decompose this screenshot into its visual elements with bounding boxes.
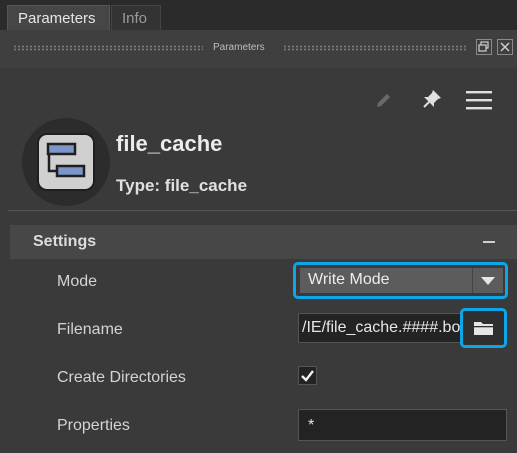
checkmark-icon bbox=[301, 370, 314, 382]
node-type-label: Type: file_cache bbox=[116, 176, 248, 195]
section-title: Settings bbox=[33, 233, 97, 250]
drag-handle-right[interactable] bbox=[283, 45, 468, 51]
chevron-down-icon bbox=[481, 277, 495, 285]
folder-icon bbox=[474, 322, 493, 335]
panel-title: Parameters bbox=[213, 42, 265, 53]
minus-icon[interactable] bbox=[483, 241, 495, 243]
node-name: file_cache bbox=[116, 131, 223, 156]
properties-label: Properties bbox=[57, 417, 130, 434]
drag-handle-left[interactable] bbox=[13, 45, 203, 51]
mode-label: Mode bbox=[57, 273, 98, 290]
mode-dropdown[interactable]: Write Mode bbox=[293, 262, 508, 299]
settings-section-header[interactable]: Settings bbox=[10, 225, 517, 259]
create-directories-label: Create Directories bbox=[57, 369, 186, 386]
pencil-icon[interactable] bbox=[374, 90, 394, 115]
browse-file-button[interactable] bbox=[460, 308, 507, 348]
node-icon-badge bbox=[22, 118, 110, 206]
tab-bar: Parameters Info bbox=[0, 0, 517, 30]
close-icon[interactable] bbox=[497, 39, 513, 55]
mode-value: Write Mode bbox=[308, 271, 390, 288]
properties-value: * bbox=[308, 417, 315, 434]
panel-header: Parameters bbox=[0, 30, 517, 68]
tab-info[interactable]: Info bbox=[111, 5, 161, 30]
header-divider bbox=[8, 210, 517, 211]
filename-value: /IE/file_cache.####.bob bbox=[302, 319, 464, 336]
tab-parameters[interactable]: Parameters bbox=[7, 5, 110, 30]
filename-input[interactable]: /IE/file_cache.####.bob bbox=[298, 313, 464, 343]
filename-label: Filename bbox=[57, 321, 123, 338]
menu-icon[interactable] bbox=[466, 89, 492, 116]
dropdown-button[interactable] bbox=[472, 268, 503, 293]
properties-input[interactable]: * bbox=[298, 409, 507, 441]
pin-icon[interactable] bbox=[421, 88, 443, 115]
create-directories-checkbox[interactable] bbox=[298, 366, 317, 385]
file-cache-node-icon bbox=[37, 133, 95, 191]
mode-dropdown-field[interactable]: Write Mode bbox=[300, 268, 503, 293]
float-window-icon[interactable] bbox=[476, 39, 492, 55]
